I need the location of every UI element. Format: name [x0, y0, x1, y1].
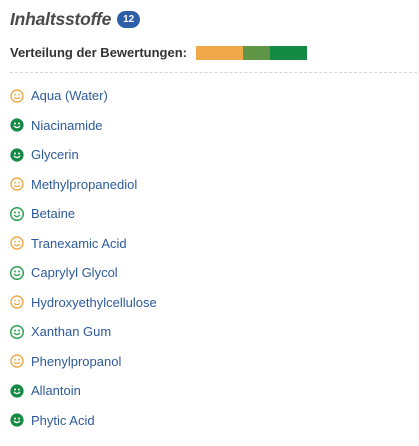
rating-good-icon	[9, 324, 25, 339]
ingredient-item[interactable]: Betaine	[9, 199, 157, 229]
ingredient-item[interactable]: Phytic Acid	[10, 406, 157, 436]
ingredient-item[interactable]: Aqua (Water)	[10, 81, 157, 111]
ingredient-list: Aqua (Water) Niacinamide Glycerin Methylpro…	[9, 81, 157, 436]
ingredient-item[interactable]: Niacinamide	[10, 111, 157, 141]
distribution-bar	[195, 45, 307, 60]
ingredient-item[interactable]: Methylpropanediol	[10, 170, 157, 200]
ingredient-link[interactable]: Allantoin	[31, 383, 81, 398]
ingredient-link[interactable]: Glycerin	[31, 147, 79, 162]
distribution-segment-good	[242, 45, 271, 60]
divider	[10, 72, 417, 73]
section-header: Inhaltsstoffe 12	[10, 9, 141, 30]
ingredient-link[interactable]: Xanthan Gum	[31, 324, 111, 339]
rating-neutral-icon	[10, 89, 24, 103]
distribution-label: Verteilung der Bewertungen:	[10, 45, 187, 60]
distribution-segment-neutral	[195, 45, 243, 60]
ingredient-link[interactable]: Niacinamide	[31, 118, 103, 133]
ingredient-link[interactable]: Caprylyl Glycol	[31, 265, 118, 280]
ingredient-item[interactable]: Hydroxyethylcellulose	[10, 288, 157, 318]
ingredient-item[interactable]: Xanthan Gum	[9, 317, 157, 347]
section-title: Inhaltsstoffe	[10, 9, 112, 29]
rating-neutral-icon	[10, 177, 24, 191]
rating-good-icon	[9, 206, 25, 221]
ingredient-item[interactable]: Allantoin	[10, 376, 157, 406]
distribution-segment-very-good	[270, 45, 307, 60]
ingredient-link[interactable]: Aqua (Water)	[31, 88, 108, 103]
ingredients-panel: Inhaltsstoffe 12 Verteilung der Bewertun…	[0, 0, 419, 446]
ingredient-link[interactable]: Betaine	[31, 206, 75, 221]
rating-very-good-icon	[10, 384, 24, 398]
ingredient-item[interactable]: Phenylpropanol	[10, 347, 157, 377]
ingredient-count-badge: 12	[117, 11, 141, 28]
rating-neutral-icon	[10, 236, 24, 250]
ingredient-link[interactable]: Hydroxyethylcellulose	[31, 295, 157, 310]
ingredient-link[interactable]: Tranexamic Acid	[31, 236, 127, 251]
ingredient-link[interactable]: Phenylpropanol	[31, 354, 121, 369]
ingredient-item[interactable]: Tranexamic Acid	[10, 229, 157, 259]
rating-neutral-icon	[10, 295, 24, 309]
ingredient-item[interactable]: Caprylyl Glycol	[9, 258, 157, 288]
ingredient-link[interactable]: Methylpropanediol	[31, 177, 137, 192]
rating-distribution: Verteilung der Bewertungen:	[10, 45, 307, 60]
rating-very-good-icon	[10, 118, 24, 132]
rating-very-good-icon	[10, 413, 24, 427]
ingredient-link[interactable]: Phytic Acid	[31, 413, 95, 428]
rating-neutral-icon	[10, 354, 24, 368]
ingredient-item[interactable]: Glycerin	[10, 140, 157, 170]
rating-good-icon	[9, 265, 25, 280]
rating-very-good-icon	[10, 148, 24, 162]
